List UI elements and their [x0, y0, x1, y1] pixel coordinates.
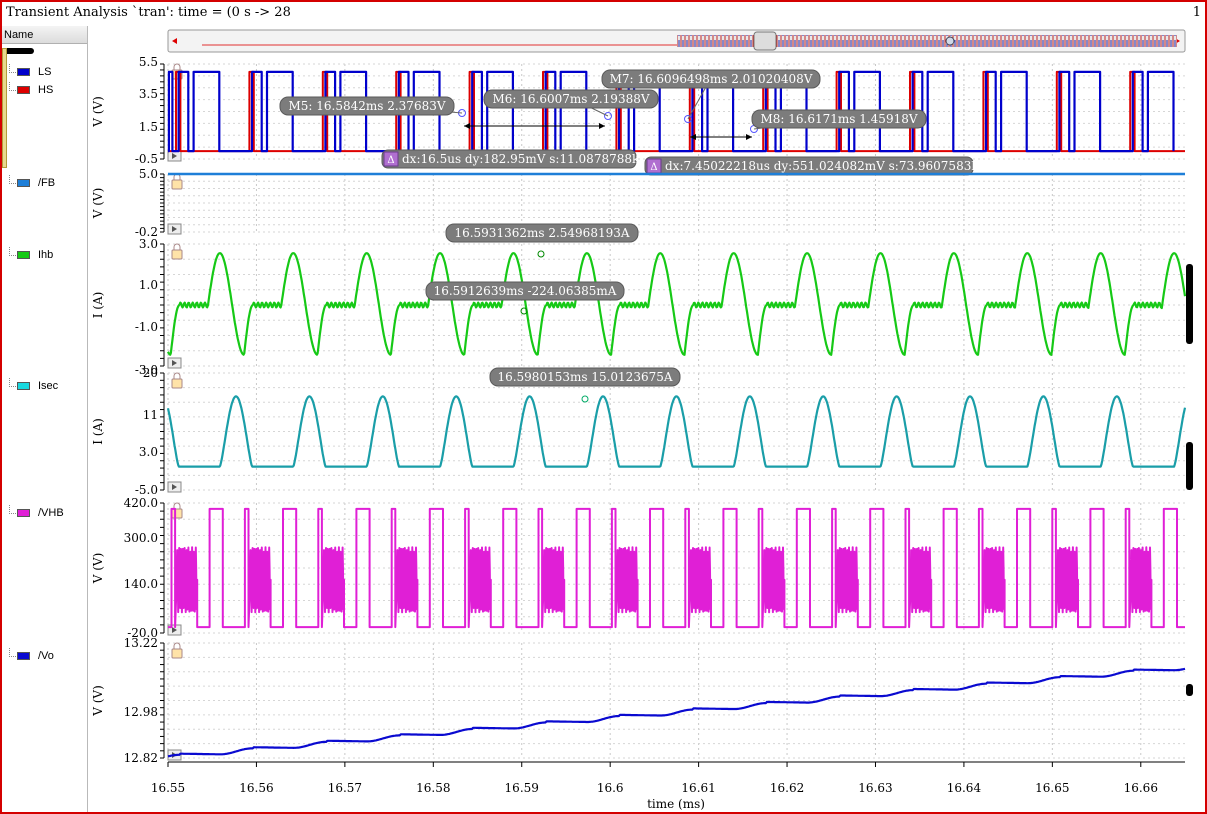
marker-callout-label: M6: 16.6007ms 2.19388V — [492, 92, 649, 106]
lock-shackle-icon — [173, 63, 181, 70]
marker-callout-label: M8: 16.6171ms 1.45918V — [760, 112, 917, 126]
lock-shackle-icon — [173, 243, 181, 250]
x-tick-label: 16.65 — [1035, 781, 1069, 795]
x-tick-label: 16.66 — [1124, 781, 1158, 795]
y-axis-label: V (V) — [91, 553, 105, 585]
waveform-chart[interactable]: 5.53.51.5-0.5V (V)5.0-0.2V (V)3.01.0-1.0… — [88, 26, 1205, 812]
y-tick-label: 3.0 — [139, 445, 158, 459]
y-tick-label: 1.5 — [139, 120, 158, 134]
lock-icon[interactable] — [171, 648, 183, 659]
selection-handle[interactable] — [4, 48, 34, 54]
lock-shackle-icon — [173, 372, 181, 379]
tree-connector — [9, 648, 16, 657]
y-tick-label: 11 — [143, 408, 158, 422]
lock-icon[interactable] — [171, 508, 183, 519]
page-number: 1 — [1192, 5, 1201, 20]
strip-scroll-handle[interactable] — [1186, 684, 1193, 696]
scroll-marker-icon[interactable] — [945, 36, 955, 46]
color-swatch — [17, 652, 30, 660]
series-vhb-line — [168, 507, 1185, 629]
x-tick-label: 16.64 — [947, 781, 982, 795]
delta-callout-label: dx:16.5us dy:182.95mV s:11.0878788k — [402, 152, 640, 166]
color-swatch — [17, 68, 30, 76]
tree-connector — [9, 175, 16, 184]
delta-glyph: Δ — [650, 162, 657, 173]
signal-list-panel: Name LS HS /FB Ihb Isec /VHB /Vo — [2, 26, 88, 812]
y-axis-label: V (V) — [91, 96, 105, 128]
lock-shackle-icon — [173, 642, 181, 649]
legend-label: /Vo — [38, 650, 54, 662]
x-tick-label: 16.61 — [681, 781, 715, 795]
legend-label: HS — [38, 84, 54, 96]
series-ihb-line — [167, 252, 1187, 356]
y-tick-label: 3.0 — [139, 237, 158, 251]
y-axis-label: V (V) — [91, 685, 105, 717]
y-tick-label: -0.5 — [135, 152, 158, 166]
strip-scroll-handle[interactable] — [1186, 264, 1193, 344]
y-tick-label: 5.0 — [139, 167, 158, 181]
y-tick-label: -1.0 — [135, 320, 158, 334]
y-axis-label: I (A) — [91, 292, 105, 319]
x-axis-label: time (ms) — [647, 797, 705, 811]
marker-callout-label: 16.5931362ms 2.54968193A — [454, 226, 629, 240]
x-tick-label: 16.56 — [239, 781, 273, 795]
legend-label: Ihb — [38, 249, 54, 261]
color-swatch — [17, 179, 30, 187]
series-isec-line — [166, 395, 1187, 468]
tree-connector — [9, 64, 16, 73]
delta-callout-label: dx:7.45022218us dy:551.024082mV s:73.960… — [665, 159, 979, 173]
color-swatch — [17, 251, 30, 259]
marker-callout-label: 16.5980153ms 15.0123675A — [497, 370, 672, 384]
x-tick-label: 16.63 — [858, 781, 892, 795]
marker-callout-label: M5: 16.5842ms 2.37683V — [288, 99, 445, 113]
scroll-thumb[interactable] — [753, 31, 777, 51]
x-tick-label: 16.59 — [505, 781, 539, 795]
marker-point[interactable] — [581, 395, 589, 403]
waveform-window: Transient Analysis `tran': time = (0 s -… — [0, 0, 1207, 814]
x-tick-label: 16.58 — [416, 781, 450, 795]
x-tick-label: 16.62 — [770, 781, 804, 795]
y-tick-label: 12.82 — [124, 751, 158, 765]
marker-callout-label: M7: 16.6096498ms 2.01020408V — [610, 72, 813, 86]
series-vo-line — [167, 667, 1186, 758]
x-tick-label: 16.57 — [328, 781, 362, 795]
tree-connector — [9, 247, 16, 256]
legend-label: Isec — [38, 380, 59, 392]
title-bar: Transient Analysis `tran': time = (0 s -… — [2, 2, 1205, 26]
y-tick-label: 1.0 — [139, 278, 158, 292]
lock-icon[interactable] — [171, 179, 183, 190]
color-swatch — [17, 509, 30, 517]
lock-icon[interactable] — [171, 378, 183, 389]
y-axis-label: I (A) — [91, 418, 105, 445]
x-tick-label: 16.6 — [597, 781, 624, 795]
y-tick-label: -5.0 — [135, 483, 158, 497]
tree-connector — [9, 82, 16, 91]
y-tick-label: 300.0 — [124, 531, 158, 545]
color-swatch — [17, 86, 30, 94]
legend-label: /FB — [38, 177, 56, 189]
strip-scroll-handle[interactable] — [1186, 442, 1193, 490]
marker-point[interactable] — [537, 250, 545, 258]
y-tick-label: 20 — [143, 366, 158, 380]
legend-label: LS — [38, 66, 52, 78]
y-tick-label: 140.0 — [124, 577, 158, 591]
name-column-header[interactable]: Name — [2, 26, 87, 44]
y-axis-label: V (V) — [91, 188, 105, 220]
color-swatch — [17, 382, 30, 390]
y-tick-label: 3.5 — [139, 87, 158, 101]
delta-glyph: Δ — [387, 155, 394, 166]
y-tick-label: 13.22 — [124, 636, 158, 650]
legend-label: /VHB — [38, 507, 64, 519]
y-tick-label: 5.5 — [139, 55, 158, 69]
scroll-visible-region[interactable] — [677, 35, 1177, 47]
strip-group-bar[interactable] — [2, 48, 7, 168]
x-tick-label: 16.55 — [151, 781, 185, 795]
marker-callout-label: 16.5912639ms -224.06385mA — [434, 284, 617, 298]
analysis-title: Transient Analysis `tran': time = (0 s -… — [6, 5, 291, 20]
y-tick-label: 12.98 — [124, 705, 158, 719]
y-tick-label: 420.0 — [124, 496, 158, 510]
lock-icon[interactable] — [171, 249, 183, 260]
tree-connector — [9, 505, 16, 514]
tree-connector — [9, 378, 16, 387]
